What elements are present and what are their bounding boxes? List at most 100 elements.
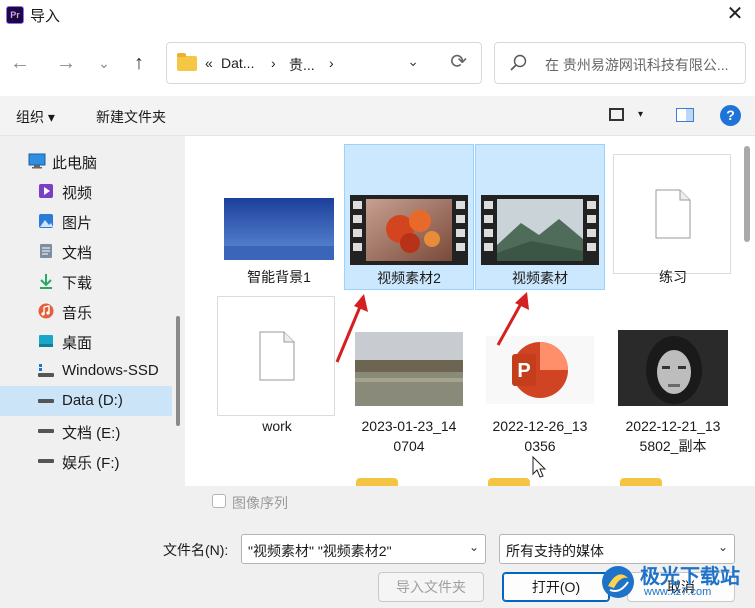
file-view: 智能背景1 视频素材2 视频素材 练习 work 2023-01-23_14 0… [190, 136, 755, 486]
folder-icon[interactable] [356, 478, 398, 486]
file-name: 2023-01-23_14 0704 [344, 416, 474, 456]
file-tile-2022-12-26[interactable]: P 2022-12-26_13 0356 [475, 286, 605, 454]
image-thumbnail [618, 330, 728, 406]
image-thumbnail [224, 198, 334, 260]
chevron-down-icon[interactable]: ⌄ [407, 53, 419, 70]
sidebar-item-documents[interactable]: 文档 [0, 236, 172, 266]
file-name-line-1: 2022-12-26_13 [492, 418, 588, 434]
search-input[interactable]: 在 贵州易游网讯科技有限公... [545, 55, 729, 75]
image-sequence-checkbox[interactable] [212, 494, 226, 508]
up-arrow-icon[interactable]: ↑ [126, 50, 152, 76]
pictures-folder-icon [39, 214, 53, 228]
file-view-scrollbar[interactable] [744, 146, 750, 242]
new-folder-button[interactable]: 新建文件夹 [96, 107, 166, 127]
sidebar-item-this-pc[interactable]: 此电脑 [0, 146, 172, 176]
folder-icon [177, 53, 197, 71]
sidebar-scrollbar[interactable] [176, 316, 180, 426]
search-box[interactable]: 在 贵州易游网讯科技有限公... [494, 42, 746, 84]
sidebar-item-documents-e[interactable]: 文档 (E:) [0, 416, 172, 446]
address-overflow[interactable]: « [205, 55, 213, 71]
sidebar-item-entertainment-f[interactable]: 娱乐 (F:) [0, 446, 172, 476]
file-tile-2023-01-23[interactable]: 2023-01-23_14 0704 [344, 286, 474, 454]
blank-document-icon [259, 331, 295, 381]
video-thumbnail [350, 195, 468, 265]
video-folder-icon [39, 184, 53, 198]
sidebar-item-desktop[interactable]: 桌面 [0, 326, 172, 356]
import-folder-button[interactable]: 导入文件夹 [378, 572, 484, 602]
watermark-url: www.xz7.com [644, 586, 712, 598]
filename-field[interactable]: "视频素材" "视频素材2" ⌄ [241, 534, 486, 564]
video-thumbnail [481, 195, 599, 265]
file-tile-practice[interactable]: 练习 [608, 144, 738, 290]
sidebar-item-data-d[interactable]: Data (D:) [0, 386, 172, 416]
filename-label: 文件名(N): [163, 542, 229, 558]
computer-icon [28, 153, 46, 169]
watermark-name: 极光下载站 [640, 566, 740, 588]
search-icon [510, 54, 527, 71]
organize-menu[interactable]: 组织 ▾ [16, 107, 55, 127]
command-toolbar: 组织 ▾ 新建文件夹 ▾ ? [0, 96, 755, 136]
navigation-pane: 此电脑 视频 图片 文档 下载 音乐 桌面 Windows-SSD Data (… [0, 136, 185, 486]
file-name-line-2: 5802_副本 [639, 438, 707, 454]
desktop-icon [39, 335, 53, 347]
file-name: work [262, 418, 292, 434]
sidebar-item-videos[interactable]: 视频 [0, 176, 172, 206]
watermark: 极光下载站 www.xz7.com [596, 560, 755, 608]
folder-icon[interactable] [488, 478, 530, 486]
title-bar: Pr 导入 ✕ [0, 0, 755, 30]
file-name: 练习 [659, 269, 687, 285]
options-row: 图像序列 [0, 486, 755, 518]
filename-value[interactable]: "视频素材" "视频素材2" [248, 541, 392, 561]
download-icon [40, 274, 52, 289]
file-tile-video-2[interactable]: 视频素材2 [344, 144, 474, 290]
refresh-icon[interactable]: ⟳ [450, 49, 467, 74]
sidebar-item-music[interactable]: 音乐 [0, 296, 172, 326]
preview-pane-icon[interactable] [676, 108, 694, 122]
file-tile-video[interactable]: 视频素材 [475, 144, 605, 290]
document-thumbnail [613, 154, 731, 274]
forward-arrow-icon[interactable]: → [53, 50, 79, 76]
open-button[interactable]: 打开(O) [502, 572, 610, 602]
folder-icon[interactable] [620, 478, 662, 486]
sidebar-item-downloads[interactable]: 下载 [0, 266, 172, 296]
back-arrow-icon[interactable]: ← [7, 50, 33, 76]
chevron-down-icon[interactable]: ⌄ [718, 540, 728, 554]
powerpoint-icon: P [486, 336, 594, 404]
music-icon [38, 303, 54, 319]
file-name: 视频素材 [512, 270, 568, 286]
close-button[interactable]: ✕ [723, 2, 747, 26]
watermark-logo-icon [602, 566, 634, 598]
sidebar-item-pictures[interactable]: 图片 [0, 206, 172, 236]
file-tile-work[interactable]: work [212, 286, 342, 434]
drive-icon [38, 429, 54, 433]
window-title: 导入 [30, 8, 61, 25]
svg-text:P: P [517, 360, 530, 382]
file-name: 2022-12-21_13 5802_副本 [608, 416, 738, 456]
view-dropdown-icon[interactable]: ▾ [638, 109, 643, 120]
file-name-line-1: 2023-01-23_14 [361, 418, 457, 434]
documents-folder-icon [40, 244, 52, 258]
address-bar[interactable]: « Dat... › 贵... › ⌄ ⟳ [166, 42, 482, 84]
filetype-value[interactable]: 所有支持的媒体 [506, 541, 604, 561]
file-name-line-1: 2022-12-21_13 [625, 418, 721, 434]
chevron-down-icon[interactable]: ⌄ [469, 540, 479, 554]
file-tile-smart-background[interactable]: 智能背景1 [214, 144, 344, 290]
view-mode-icon[interactable] [609, 108, 624, 121]
help-icon[interactable]: ? [720, 105, 741, 126]
file-name: 智能背景1 [247, 269, 311, 285]
recent-locations-chevron-icon[interactable]: ⌄ [91, 50, 117, 76]
document-thumbnail [217, 296, 335, 416]
drive-icon [38, 459, 54, 463]
file-name: 视频素材2 [377, 270, 441, 286]
image-sequence-label: 图像序列 [232, 495, 288, 511]
navigation-bar: ← → ⌄ ↑ « Dat... › 贵... › ⌄ ⟳ 在 贵州易游网讯科技… [0, 30, 755, 96]
image-thumbnail [355, 332, 463, 406]
address-separator[interactable]: › [271, 55, 276, 71]
address-segment-guizhou[interactable]: 贵... [289, 55, 315, 75]
sidebar-item-windows-ssd[interactable]: Windows-SSD [0, 356, 172, 386]
file-name: 2022-12-26_13 0356 [475, 416, 605, 456]
address-segment-data[interactable]: Dat... [221, 55, 254, 71]
address-separator[interactable]: › [329, 55, 334, 71]
drive-icon [38, 399, 54, 403]
file-tile-2022-12-21[interactable]: 2022-12-21_13 5802_副本 [608, 286, 738, 454]
